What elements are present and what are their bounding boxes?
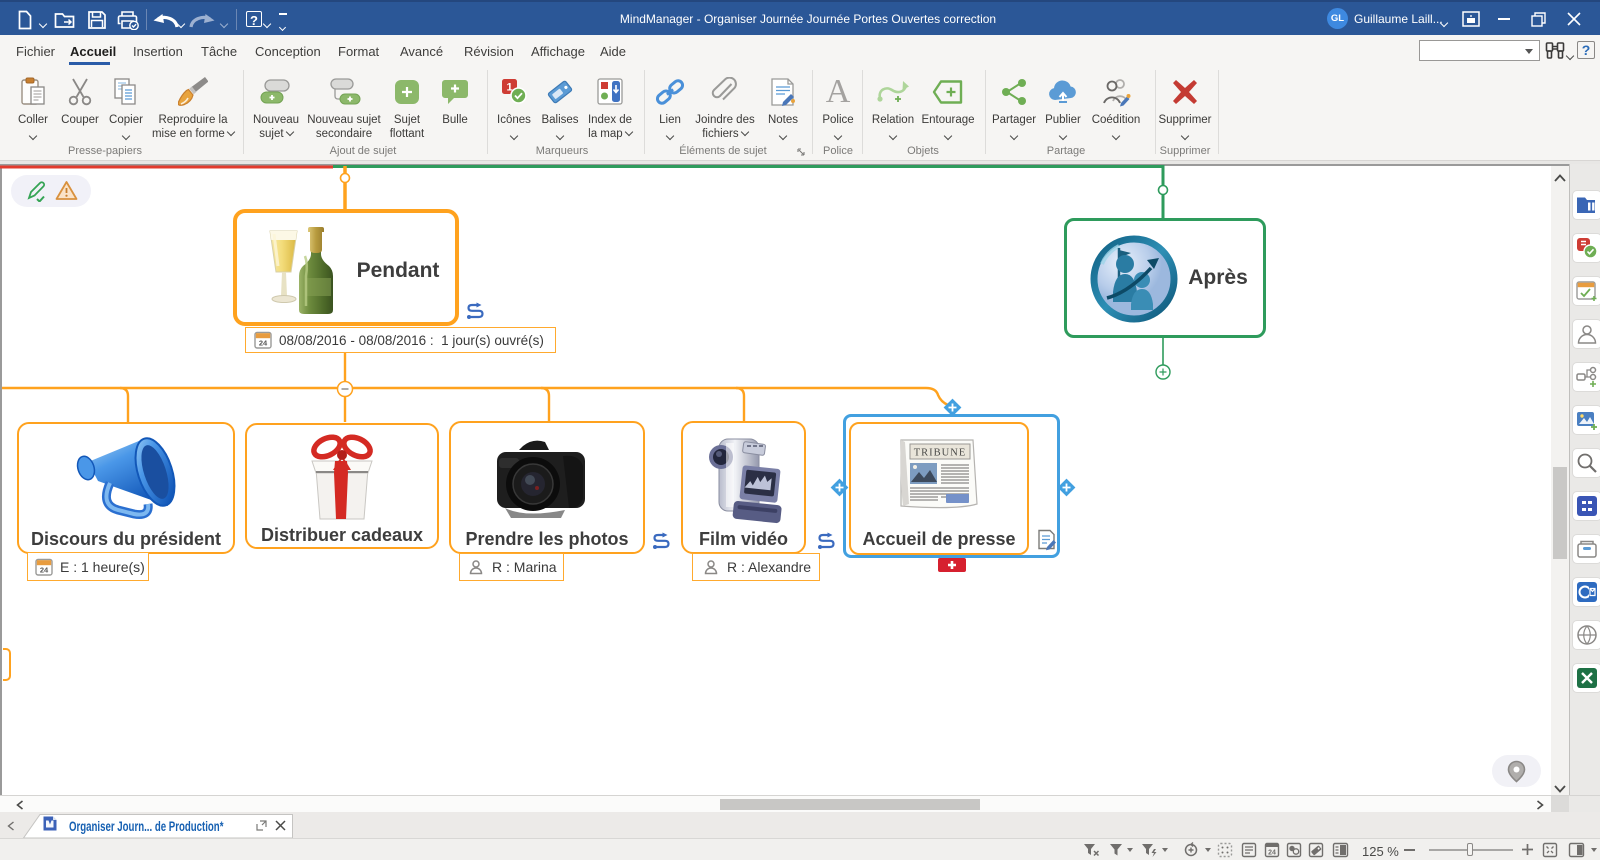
svg-text:24: 24 bbox=[1268, 850, 1276, 857]
svg-text:24: 24 bbox=[259, 339, 268, 348]
svg-text:TRIBUNE: TRIBUNE bbox=[914, 448, 967, 459]
svg-text:24: 24 bbox=[40, 565, 49, 574]
